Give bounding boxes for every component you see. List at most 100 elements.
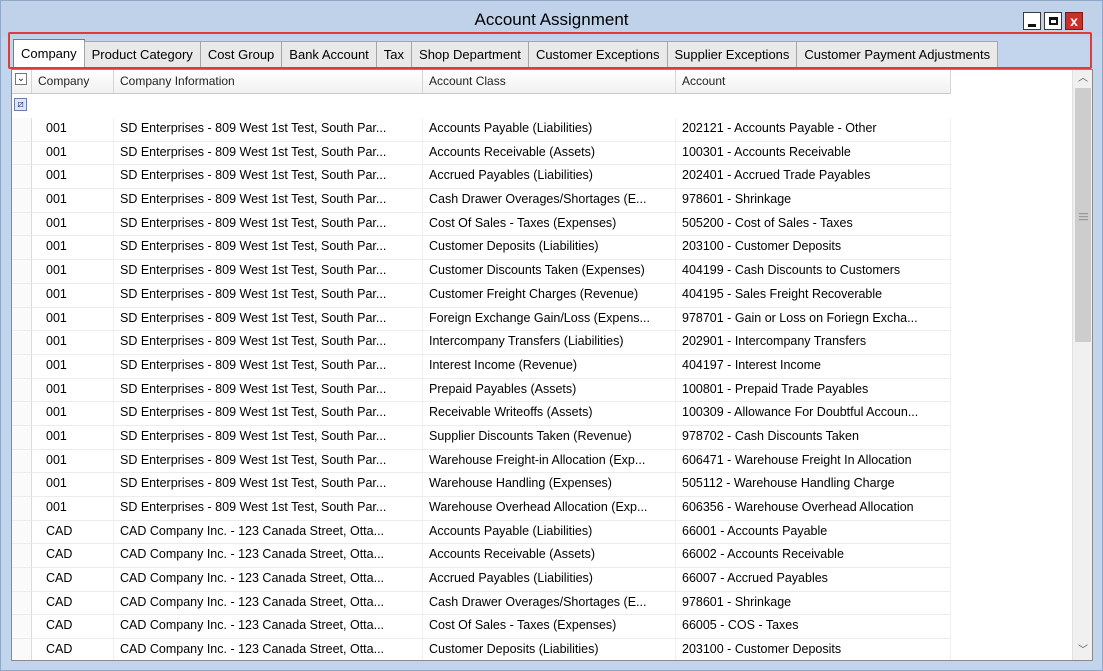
tab-cost-group[interactable]: Cost Group — [199, 41, 283, 67]
row-selector[interactable] — [12, 212, 32, 237]
table-row[interactable]: 001 SD Enterprises - 809 West 1st Test, S… — [12, 212, 1072, 237]
row-selector[interactable] — [12, 449, 32, 474]
column-header-account-class[interactable]: Account Class — [423, 70, 676, 94]
cell-account-class[interactable]: Customer Deposits (Liabilities) — [423, 236, 676, 261]
table-row[interactable]: 001 SD Enterprises - 809 West 1st Test, S… — [12, 260, 1072, 284]
row-selector[interactable] — [12, 639, 32, 660]
row-selector[interactable] — [12, 425, 32, 450]
row-selector[interactable] — [12, 307, 32, 332]
cell-account[interactable]: 978702 - Cash Discounts Taken — [676, 425, 951, 450]
table-row[interactable]: 001 SD Enterprises - 809 West 1st Test, S… — [12, 378, 1072, 403]
table-row[interactable]: 001 SD Enterprises - 809 West 1st Test, S… — [12, 118, 1072, 142]
cell-company-information[interactable]: SD Enterprises - 809 West 1st Test, Sout… — [114, 189, 423, 213]
cell-company-information[interactable]: SD Enterprises - 809 West 1st Test, Sout… — [114, 331, 423, 355]
table-row[interactable]: 001 SD Enterprises - 809 West 1st Test, S… — [12, 307, 1072, 332]
row-selector[interactable] — [12, 591, 32, 616]
row-selector[interactable] — [12, 544, 32, 569]
cell-company[interactable]: CAD — [32, 639, 114, 660]
cell-account[interactable]: 203100 - Customer Deposits — [676, 639, 951, 660]
cell-account-class[interactable]: Customer Discounts Taken (Expenses) — [423, 260, 676, 284]
table-row[interactable]: CAD CAD Company Inc. - 123 Canada Street,… — [12, 615, 1072, 640]
row-selector[interactable] — [12, 189, 32, 213]
cell-company[interactable]: 001 — [32, 307, 114, 332]
cell-company[interactable]: CAD — [32, 544, 114, 569]
cell-account[interactable]: 202401 - Accrued Trade Payables — [676, 165, 951, 190]
cell-account-class[interactable]: Accounts Payable (Liabilities) — [423, 520, 676, 545]
tab-product-category[interactable]: Product Category — [83, 41, 201, 67]
cell-company[interactable]: 001 — [32, 354, 114, 379]
cell-account[interactable]: 404197 - Interest Income — [676, 354, 951, 379]
table-row[interactable]: 001 SD Enterprises - 809 West 1st Test, S… — [12, 354, 1072, 379]
table-row[interactable]: 001 SD Enterprises - 809 West 1st Test, S… — [12, 189, 1072, 213]
cell-company[interactable]: 001 — [32, 402, 114, 426]
cell-account-class[interactable]: Accounts Receivable (Assets) — [423, 141, 676, 166]
row-selector[interactable] — [12, 283, 32, 308]
cell-account[interactable]: 404195 - Sales Freight Recoverable — [676, 283, 951, 308]
cell-company-information[interactable]: SD Enterprises - 809 West 1st Test, Sout… — [114, 118, 423, 142]
tab-shop-department[interactable]: Shop Department — [411, 41, 529, 67]
cell-account-class[interactable]: Receivable Writeoffs (Assets) — [423, 402, 676, 426]
tab-supplier-exceptions[interactable]: Supplier Exceptions — [666, 41, 798, 67]
scroll-down-icon[interactable]: ﹀ — [1073, 642, 1092, 660]
cell-account-class[interactable]: Supplier Discounts Taken (Revenue) — [423, 425, 676, 450]
tab-customer-payment-adjustments[interactable]: Customer Payment Adjustments — [796, 41, 999, 67]
row-selector[interactable] — [12, 118, 32, 142]
row-selector[interactable] — [12, 473, 32, 497]
cell-account-class[interactable]: Customer Deposits (Liabilities) — [423, 639, 676, 660]
cell-company-information[interactable]: SD Enterprises - 809 West 1st Test, Sout… — [114, 425, 423, 450]
cell-company[interactable]: 001 — [32, 473, 114, 497]
cell-company[interactable]: 001 — [32, 165, 114, 190]
cell-company-information[interactable]: CAD Company Inc. - 123 Canada Street, Ot… — [114, 520, 423, 545]
cell-company[interactable]: 001 — [32, 283, 114, 308]
table-row[interactable]: CAD CAD Company Inc. - 123 Canada Street,… — [12, 591, 1072, 616]
table-row[interactable]: 001 SD Enterprises - 809 West 1st Test, S… — [12, 331, 1072, 355]
cell-account-class[interactable]: Interest Income (Revenue) — [423, 354, 676, 379]
cell-company[interactable]: 001 — [32, 141, 114, 166]
cell-company[interactable]: 001 — [32, 449, 114, 474]
cell-company-information[interactable]: SD Enterprises - 809 West 1st Test, Sout… — [114, 307, 423, 332]
cell-account[interactable]: 978701 - Gain or Loss on Foriegn Excha..… — [676, 307, 951, 332]
close-button[interactable]: x — [1065, 12, 1083, 30]
cell-account-class[interactable]: Customer Freight Charges (Revenue) — [423, 283, 676, 308]
cell-company[interactable]: 001 — [32, 118, 114, 142]
cell-account[interactable]: 203100 - Customer Deposits — [676, 236, 951, 261]
table-row[interactable]: 001 SD Enterprises - 809 West 1st Test, S… — [12, 449, 1072, 474]
table-row[interactable]: 001 SD Enterprises - 809 West 1st Test, S… — [12, 236, 1072, 261]
cell-account[interactable]: 202121 - Accounts Payable - Other — [676, 118, 951, 142]
table-row[interactable]: 001 SD Enterprises - 809 West 1st Test, S… — [12, 165, 1072, 190]
cell-account[interactable]: 505112 - Warehouse Handling Charge — [676, 473, 951, 497]
cell-account-class[interactable]: Intercompany Transfers (Liabilities) — [423, 331, 676, 355]
cell-account-class[interactable]: Warehouse Overhead Allocation (Exp... — [423, 497, 676, 521]
row-selector[interactable] — [12, 378, 32, 403]
cell-account-class[interactable]: Accounts Receivable (Assets) — [423, 544, 676, 569]
cell-account-class[interactable]: Cost Of Sales - Taxes (Expenses) — [423, 212, 676, 237]
table-row[interactable]: 001 SD Enterprises - 809 West 1st Test, S… — [12, 425, 1072, 450]
cell-company[interactable]: 001 — [32, 331, 114, 355]
cell-company[interactable]: 001 — [32, 212, 114, 237]
row-selector[interactable] — [12, 520, 32, 545]
table-row[interactable]: CAD CAD Company Inc. - 123 Canada Street,… — [12, 568, 1072, 592]
cell-company[interactable]: CAD — [32, 568, 114, 592]
row-selector[interactable] — [12, 497, 32, 521]
cell-company-information[interactable]: CAD Company Inc. - 123 Canada Street, Ot… — [114, 544, 423, 569]
maximize-button[interactable] — [1044, 12, 1062, 30]
table-row[interactable]: 001 SD Enterprises - 809 West 1st Test, S… — [12, 402, 1072, 426]
cell-company-information[interactable]: SD Enterprises - 809 West 1st Test, Sout… — [114, 283, 423, 308]
cell-company-information[interactable]: CAD Company Inc. - 123 Canada Street, Ot… — [114, 568, 423, 592]
cell-company[interactable]: 001 — [32, 236, 114, 261]
cell-account[interactable]: 606356 - Warehouse Overhead Allocation — [676, 497, 951, 521]
cell-company-information[interactable]: SD Enterprises - 809 West 1st Test, Sout… — [114, 212, 423, 237]
cell-company[interactable]: 001 — [32, 189, 114, 213]
cell-account[interactable]: 202901 - Intercompany Transfers — [676, 331, 951, 355]
cell-company-information[interactable]: SD Enterprises - 809 West 1st Test, Sout… — [114, 473, 423, 497]
cell-company[interactable]: 001 — [32, 425, 114, 450]
cell-account[interactable]: 100301 - Accounts Receivable — [676, 141, 951, 166]
row-selector[interactable] — [12, 354, 32, 379]
row-selector[interactable] — [12, 165, 32, 190]
table-row[interactable]: CAD CAD Company Inc. - 123 Canada Street,… — [12, 544, 1072, 569]
cell-account[interactable]: 100801 - Prepaid Trade Payables — [676, 378, 951, 403]
cell-account-class[interactable]: Warehouse Freight-in Allocation (Exp... — [423, 449, 676, 474]
cell-company[interactable]: CAD — [32, 591, 114, 616]
table-row[interactable]: CAD CAD Company Inc. - 123 Canada Street,… — [12, 639, 1072, 660]
row-selector[interactable] — [12, 402, 32, 426]
